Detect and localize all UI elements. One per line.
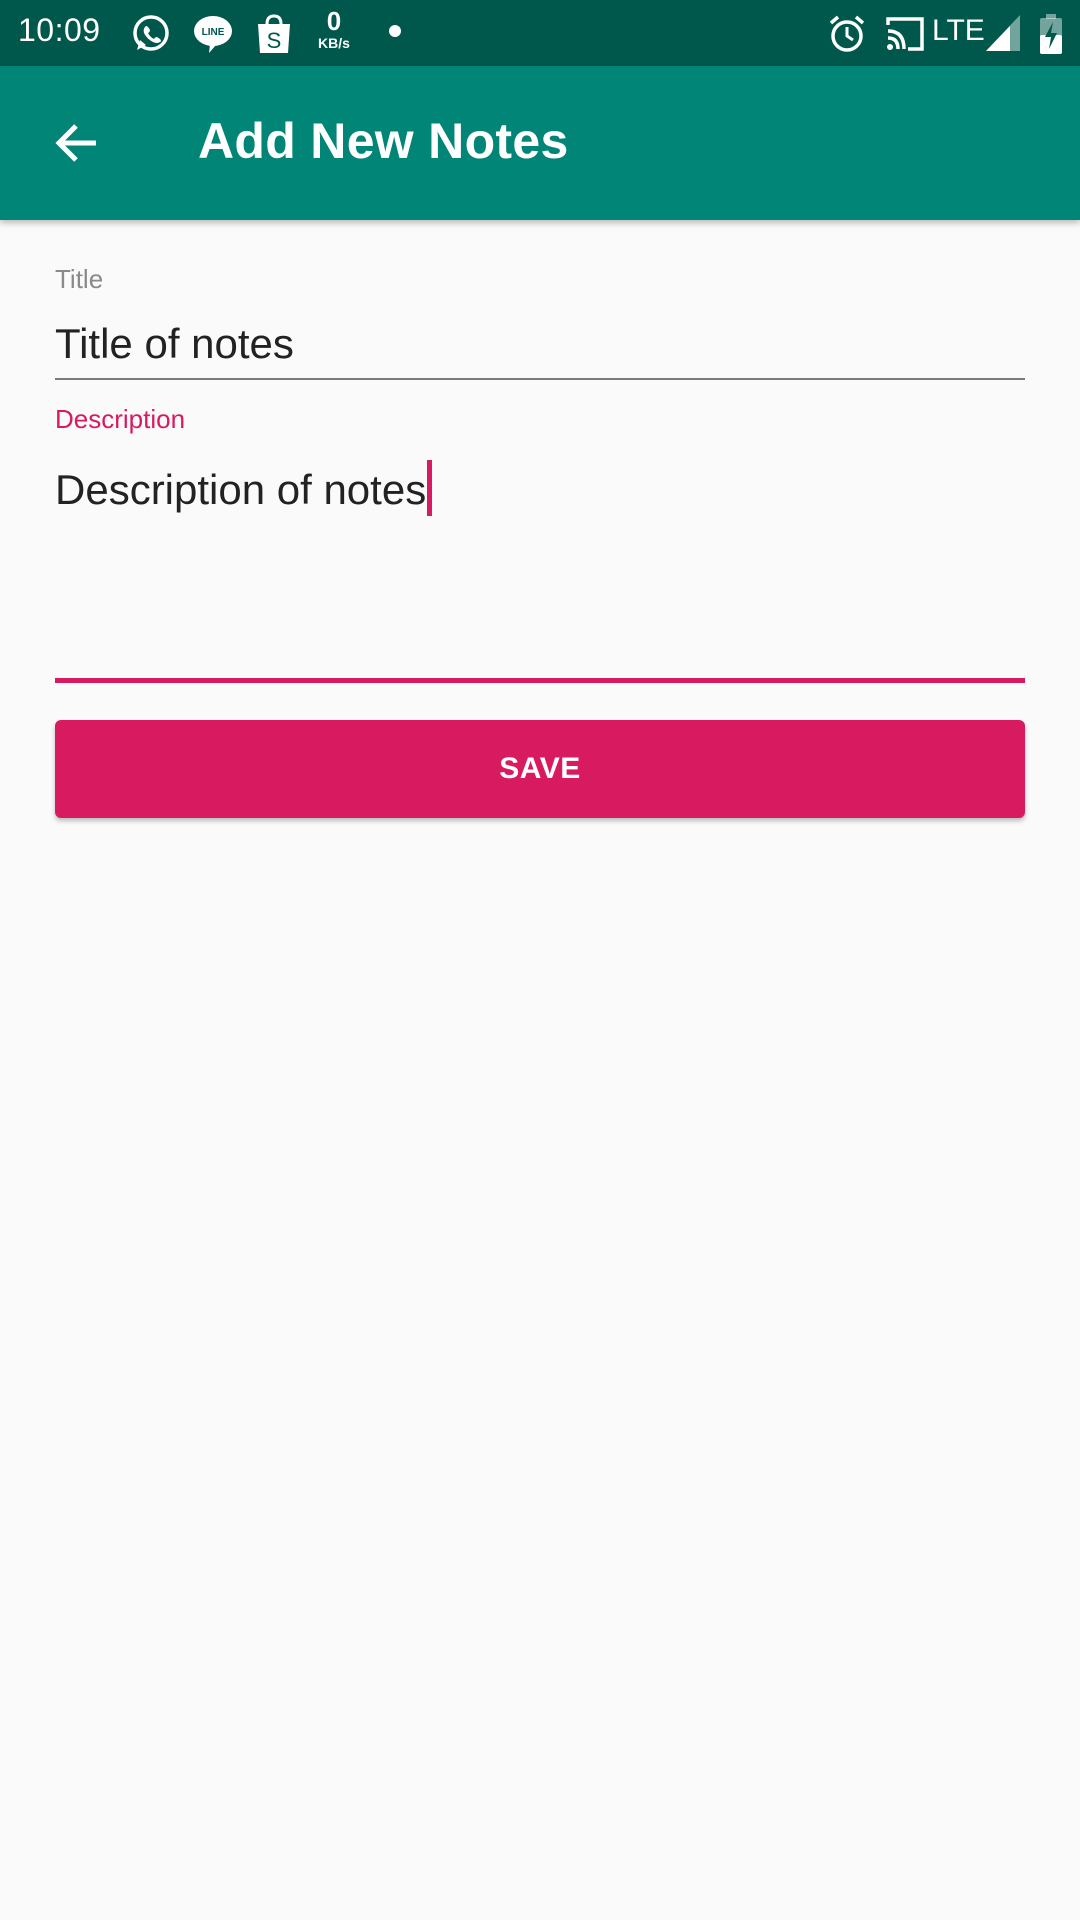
dot-icon (388, 24, 402, 38)
whatsapp-icon (130, 13, 172, 55)
svg-text:S: S (267, 28, 282, 53)
network-speed: 0 KB/s (312, 8, 356, 50)
status-time: 10:09 (18, 12, 101, 48)
shopee-icon: S (254, 13, 294, 55)
battery-charging-icon (1038, 13, 1064, 55)
description-text: Description of notes (55, 466, 427, 513)
line-icon: LINE (192, 13, 234, 55)
status-bar: 10:09 LINE S 0 KB/s LTE (0, 0, 1080, 66)
alarm-icon (826, 13, 868, 55)
description-input[interactable]: Description of notes (55, 460, 433, 516)
title-input[interactable]: Title of notes (55, 320, 294, 368)
page-title: Add New Notes (198, 113, 569, 169)
title-label: Title (55, 264, 104, 294)
app-bar: Add New Notes (0, 66, 1080, 220)
arrow-left-icon (55, 124, 96, 162)
signal-icon (984, 13, 1022, 53)
network-speed-unit: KB/s (318, 35, 350, 51)
network-speed-value: 0 (326, 6, 342, 36)
title-input-underline (55, 378, 1025, 380)
save-button[interactable]: SAVE (55, 720, 1025, 818)
description-label: Description (55, 404, 186, 434)
svg-text:LINE: LINE (202, 27, 225, 38)
back-button[interactable] (36, 102, 118, 184)
description-input-underline (55, 678, 1025, 683)
network-type: LTE (932, 14, 985, 47)
text-cursor (427, 460, 433, 516)
cast-icon (884, 13, 926, 55)
